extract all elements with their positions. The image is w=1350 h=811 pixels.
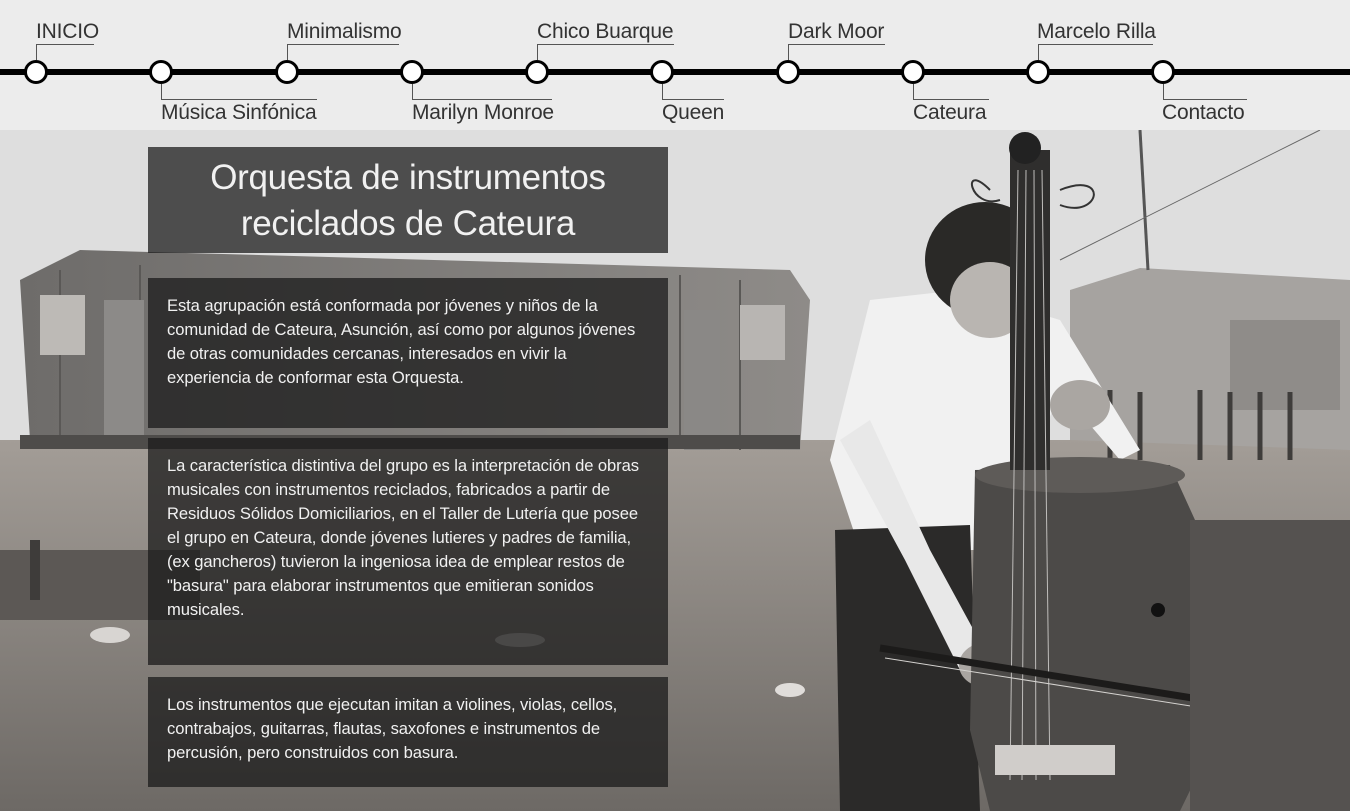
nav-link-queen[interactable]: Queen xyxy=(662,101,724,125)
nav-link-musica-sinfonica[interactable]: Música Sinfónica xyxy=(161,101,317,125)
title-panel: Orquesta de instrumentos reciclados de C… xyxy=(148,147,668,253)
connector-line xyxy=(788,44,789,60)
connector-line xyxy=(287,44,288,60)
text-panel-2: La característica distintiva del grupo e… xyxy=(148,438,668,665)
connector-line xyxy=(36,44,37,60)
nav-node-cateura[interactable] xyxy=(901,60,925,84)
nav-node-marcelo-rilla[interactable] xyxy=(1026,60,1050,84)
label-underline xyxy=(1038,44,1153,45)
paragraph-3: Los instrumentos que ejecutan imitan a v… xyxy=(167,695,618,762)
nav-node-chico-buarque[interactable] xyxy=(525,60,549,84)
label-underline xyxy=(913,99,989,100)
connector-line xyxy=(161,84,162,100)
nav-link-chico-buarque[interactable]: Chico Buarque xyxy=(537,20,674,44)
nav-node-inicio[interactable] xyxy=(24,60,48,84)
nav-link-cateura[interactable]: Cateura xyxy=(913,101,987,125)
label-underline xyxy=(287,44,399,45)
nav-link-marilyn-monroe[interactable]: Marilyn Monroe xyxy=(412,101,554,125)
nav-node-marilyn-monroe[interactable] xyxy=(400,60,424,84)
timeline-nav: INICIO Música Sinfónica Minimalismo Mari… xyxy=(0,0,1350,130)
nav-node-contacto[interactable] xyxy=(1151,60,1175,84)
text-panel-1: Esta agrupación está conformada por jóve… xyxy=(148,278,668,428)
nav-link-dark-moor[interactable]: Dark Moor xyxy=(788,20,884,44)
connector-line xyxy=(537,44,538,60)
nav-link-marcelo-rilla[interactable]: Marcelo Rilla xyxy=(1037,20,1156,44)
connector-line xyxy=(662,84,663,100)
label-underline xyxy=(788,44,885,45)
label-underline xyxy=(412,99,552,100)
label-underline xyxy=(161,99,317,100)
paragraph-1: Esta agrupación está conformada por jóve… xyxy=(167,296,636,387)
label-underline xyxy=(662,99,724,100)
nav-node-minimalismo[interactable] xyxy=(275,60,299,84)
connector-line xyxy=(1163,84,1164,100)
timeline-rail xyxy=(0,69,1350,75)
connector-line xyxy=(913,84,914,100)
connector-line xyxy=(412,84,413,100)
nav-link-inicio[interactable]: INICIO xyxy=(36,20,99,44)
label-underline xyxy=(537,44,674,45)
page-title: Orquesta de instrumentos reciclados de C… xyxy=(210,158,606,243)
text-panel-3: Los instrumentos que ejecutan imitan a v… xyxy=(148,677,668,787)
label-underline xyxy=(36,44,94,45)
nav-link-contacto[interactable]: Contacto xyxy=(1162,101,1245,125)
label-underline xyxy=(1163,99,1247,100)
connector-line xyxy=(1038,44,1039,60)
paragraph-2: La característica distintiva del grupo e… xyxy=(167,456,639,619)
nav-node-dark-moor[interactable] xyxy=(776,60,800,84)
nav-node-musica-sinfonica[interactable] xyxy=(149,60,173,84)
nav-node-queen[interactable] xyxy=(650,60,674,84)
nav-link-minimalismo[interactable]: Minimalismo xyxy=(287,20,402,44)
